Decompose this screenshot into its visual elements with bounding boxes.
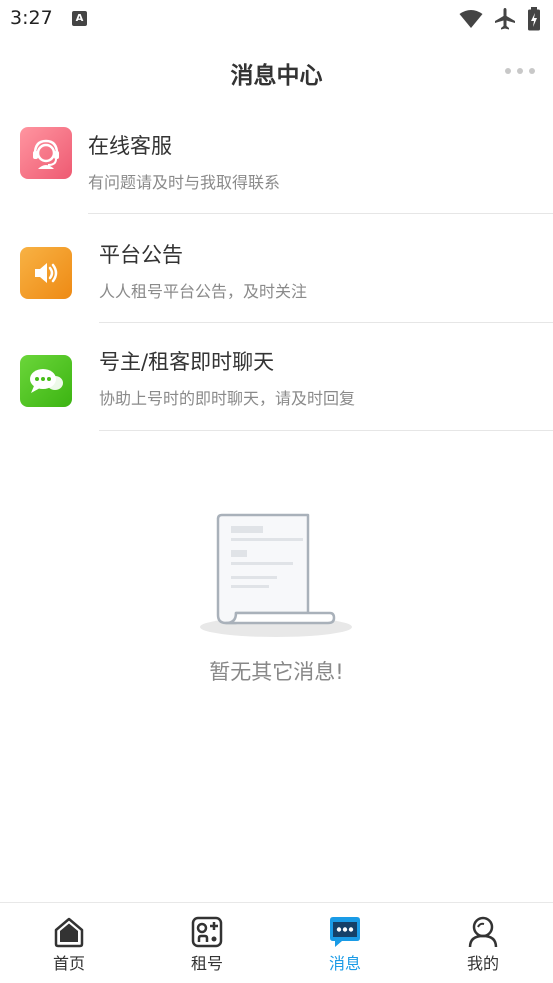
tab-home[interactable]: 首页 xyxy=(29,915,109,975)
message-item-platform-announcement[interactable]: 平台公告 人人租号平台公告，及时关注 xyxy=(0,214,553,323)
page-title: 消息中心 xyxy=(230,63,323,89)
divider xyxy=(99,430,553,431)
bottom-tab-bar: 首页 租号 消息 我的 xyxy=(0,902,553,983)
notification-a-icon: A xyxy=(72,11,87,26)
more-dot-icon xyxy=(529,68,535,74)
wifi-icon xyxy=(459,10,483,28)
tab-profile[interactable]: 我的 xyxy=(443,915,523,975)
header: 消息中心 xyxy=(0,38,553,106)
home-icon xyxy=(54,917,84,948)
more-dot-icon xyxy=(505,68,511,74)
more-dot-icon xyxy=(517,68,523,74)
tab-label: 首页 xyxy=(52,954,85,973)
more-options-button[interactable] xyxy=(505,64,535,78)
empty-state-text: 暂无其它消息! xyxy=(209,660,344,684)
tab-rent-account[interactable]: 租号 xyxy=(167,915,247,975)
message-subtitle: 人人租号平台公告，及时关注 xyxy=(99,282,308,301)
tab-label: 消息 xyxy=(328,954,361,973)
message-icon xyxy=(330,917,360,947)
message-title: 平台公告 xyxy=(99,243,183,267)
tab-messages[interactable]: 消息 xyxy=(305,915,385,975)
status-time: 3:27 xyxy=(10,7,53,29)
message-subtitle: 有问题请及时与我取得联系 xyxy=(88,173,281,192)
empty-document-icon xyxy=(200,513,352,637)
gamepad-icon xyxy=(191,916,223,948)
status-bar: 3:27 A xyxy=(0,0,553,38)
tab-label: 租号 xyxy=(190,954,223,973)
message-item-online-service[interactable]: 在线客服 有问题请及时与我取得联系 xyxy=(0,106,553,214)
message-subtitle: 协助上号时的即时聊天，请及时回复 xyxy=(99,389,356,408)
tab-label: 我的 xyxy=(466,954,499,973)
airplane-icon xyxy=(495,8,515,30)
message-title: 号主/租客即时聊天 xyxy=(99,350,275,374)
message-title: 在线客服 xyxy=(88,134,172,158)
customer-service-headset-icon xyxy=(20,127,72,179)
battery-charging-icon xyxy=(528,7,540,31)
status-icons xyxy=(459,7,541,31)
chat-bubble-icon xyxy=(20,355,72,407)
speaker-icon xyxy=(20,247,72,299)
message-item-instant-chat[interactable]: 号主/租客即时聊天 协助上号时的即时聊天，请及时回复 xyxy=(0,322,553,431)
profile-icon xyxy=(468,916,498,948)
